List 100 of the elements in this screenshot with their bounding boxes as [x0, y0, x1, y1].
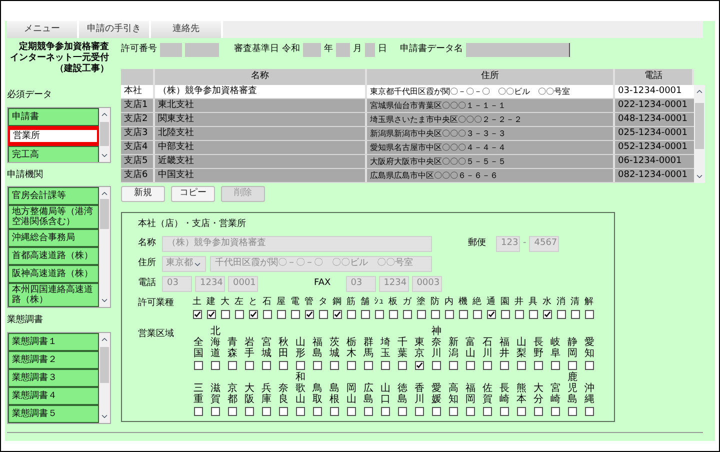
list-item[interactable]: 首都高速道路（株）	[8, 247, 99, 265]
table-row[interactable]: 支店1 東北支社 宮城県仙台市青葉区〇〇〇１－１－１ 022-1234-0001	[121, 99, 694, 113]
scroll-down-icon[interactable]	[695, 172, 704, 181]
checkbox[interactable]	[415, 361, 424, 370]
list-item[interactable]: 本州四国連絡高速道路（株）	[8, 283, 99, 307]
scrollbar[interactable]	[694, 85, 705, 183]
table-row[interactable]: 支店5 近畿支社 大阪府大阪市中央区〇〇〇５－５－５ 06-1234-0001	[121, 155, 694, 169]
checkbox[interactable]	[551, 361, 560, 370]
checkbox[interactable]	[364, 361, 373, 370]
scroll-thumb[interactable]	[695, 103, 704, 149]
checkbox[interactable]	[228, 361, 237, 370]
checkbox[interactable]	[381, 361, 390, 370]
checkbox[interactable]	[279, 407, 288, 416]
scroll-up-icon[interactable]	[695, 87, 704, 96]
checkbox[interactable]	[245, 361, 254, 370]
list-item[interactable]: 業態調書５	[8, 404, 99, 422]
menu-tab[interactable]: 連絡先	[151, 21, 223, 38]
checkbox[interactable]	[364, 407, 373, 416]
checkbox[interactable]	[211, 407, 220, 416]
checkbox[interactable]	[534, 361, 543, 370]
checkbox[interactable]	[486, 310, 496, 319]
checkbox[interactable]	[262, 361, 271, 370]
table-row[interactable]: 本社 （株）競争参加資格審査 東京都千代田区霞が関〇－〇－〇 〇〇ビル 〇〇号室 03-1234-0001	[121, 85, 694, 99]
checkbox[interactable]	[430, 310, 440, 319]
checkbox[interactable]	[585, 407, 594, 416]
checkbox[interactable]	[432, 407, 441, 416]
table-row[interactable]: 支店2 関東支社 埼玉県さいたま市中央区〇〇〇２－２－２ 048-1234-0001	[121, 113, 694, 127]
checkbox[interactable]	[381, 407, 390, 416]
list-item[interactable]: 阪神高速道路（株）	[8, 265, 99, 283]
checkbox[interactable]	[534, 407, 543, 416]
checkbox[interactable]	[483, 361, 492, 370]
checkbox[interactable]	[279, 361, 288, 370]
list-item[interactable]: 沖縄総合事務局	[8, 229, 99, 247]
checkbox[interactable]	[360, 310, 370, 319]
checkbox[interactable]	[568, 407, 577, 416]
checkbox[interactable]	[194, 361, 203, 370]
action-button[interactable]: コピー	[171, 186, 215, 202]
checkbox[interactable]	[585, 361, 594, 370]
checkbox[interactable]	[500, 407, 509, 416]
scrollbar[interactable]	[99, 332, 110, 422]
checkbox[interactable]	[398, 407, 407, 416]
list-item[interactable]: 業態調書３	[8, 368, 99, 386]
checkbox[interactable]	[551, 407, 560, 416]
checkbox[interactable]	[347, 407, 356, 416]
checkbox[interactable]	[415, 407, 424, 416]
action-button[interactable]: 新規	[121, 186, 165, 202]
checkbox[interactable]	[556, 310, 566, 319]
checkbox[interactable]	[398, 361, 407, 370]
checkbox[interactable]	[570, 310, 580, 319]
checkbox[interactable]	[313, 361, 322, 370]
checkbox[interactable]	[262, 407, 271, 416]
menu-tab[interactable]: メニュー	[7, 21, 79, 38]
checkbox[interactable]	[374, 310, 384, 319]
menu-tab[interactable]: 申請の手引き	[79, 21, 151, 38]
list-item[interactable]: 完工高	[8, 146, 99, 162]
checkbox[interactable]	[234, 310, 244, 319]
checkbox[interactable]	[318, 310, 328, 319]
checkbox[interactable]	[276, 310, 286, 319]
checkbox[interactable]	[449, 407, 458, 416]
checkbox[interactable]	[192, 310, 202, 319]
checkbox[interactable]	[466, 407, 475, 416]
table-row[interactable]: 支店4 中部支社 愛知県名古屋市中区〇〇〇４－４－４ 052-1234-0001	[121, 141, 694, 155]
list-item[interactable]: 業態調書１	[8, 332, 99, 350]
checkbox[interactable]	[402, 310, 412, 319]
checkbox[interactable]	[313, 407, 322, 416]
checkbox[interactable]	[245, 407, 254, 416]
checkbox[interactable]	[449, 361, 458, 370]
checkbox[interactable]	[194, 407, 203, 416]
scroll-thumb[interactable]	[100, 199, 109, 229]
scrollbar[interactable]	[99, 187, 110, 307]
checkbox[interactable]	[206, 310, 216, 319]
checkbox[interactable]	[500, 310, 510, 319]
scroll-down-icon[interactable]	[100, 296, 109, 305]
list-item[interactable]: 地方整備局等（港湾空港関係含む）	[8, 205, 99, 229]
checkbox[interactable]	[388, 310, 398, 319]
checkbox[interactable]	[332, 310, 342, 319]
checkbox[interactable]	[483, 407, 492, 416]
scroll-thumb[interactable]	[100, 122, 109, 146]
checkbox[interactable]	[517, 361, 526, 370]
checkbox[interactable]	[416, 310, 426, 319]
checkbox[interactable]	[568, 361, 577, 370]
checkbox[interactable]	[304, 310, 314, 319]
checkbox[interactable]	[296, 361, 305, 370]
checkbox[interactable]	[262, 310, 272, 319]
checkbox[interactable]	[346, 310, 356, 319]
checkbox[interactable]	[330, 361, 339, 370]
checkbox[interactable]	[248, 310, 258, 319]
scroll-thumb[interactable]	[100, 346, 109, 382]
list-item[interactable]: 官房会計課等	[8, 187, 99, 205]
checkbox[interactable]	[444, 310, 454, 319]
list-item[interactable]: 申請書	[8, 108, 99, 126]
checkbox[interactable]	[228, 407, 237, 416]
scrollbar[interactable]	[99, 108, 110, 162]
checkbox[interactable]	[220, 310, 230, 319]
checkbox[interactable]	[584, 310, 594, 319]
checkbox[interactable]	[528, 310, 538, 319]
checkbox[interactable]	[458, 310, 468, 319]
checkbox[interactable]	[517, 407, 526, 416]
checkbox[interactable]	[330, 407, 339, 416]
table-row[interactable]: 支店6 中国支社 広島県広島市中区〇〇〇６－６－６ 082-1234-0001	[121, 169, 694, 183]
